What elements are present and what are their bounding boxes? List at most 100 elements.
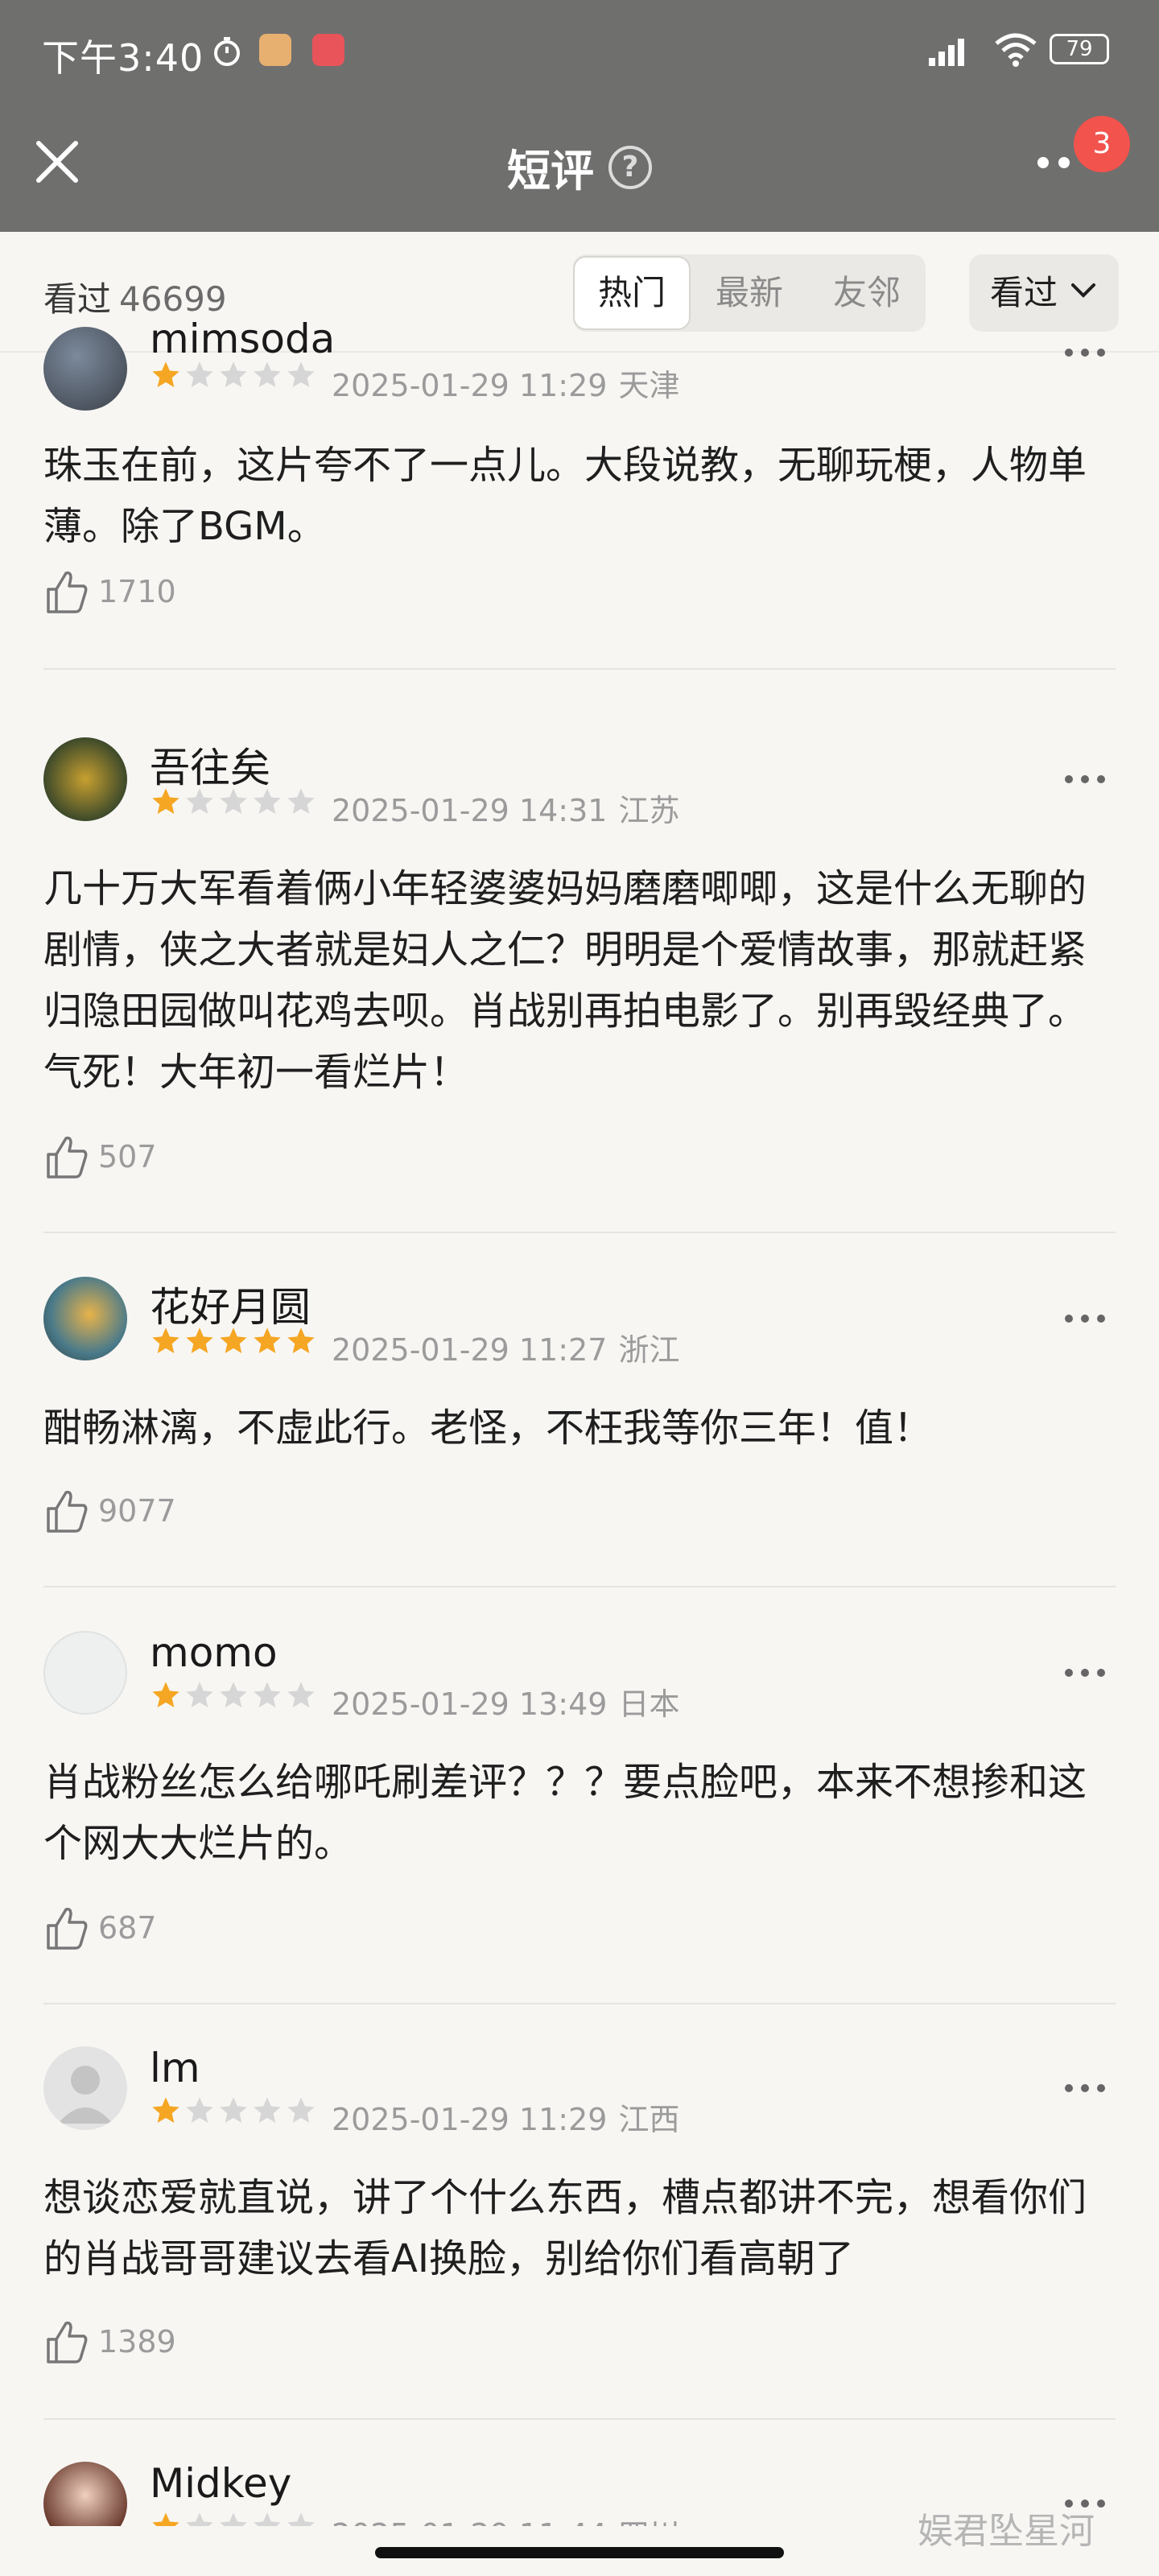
page-title: 短评 <box>507 146 594 196</box>
home-indicator[interactable] <box>375 2547 784 2558</box>
wifi-icon <box>995 33 1037 67</box>
battery-icon: 79 <box>1050 34 1109 64</box>
like-button[interactable]: 507 <box>43 1133 157 1180</box>
star-filled-icon <box>186 1327 213 1353</box>
tab-friends[interactable]: 友邻 <box>808 254 926 332</box>
avatar[interactable] <box>43 1277 127 1360</box>
watched-count-label: 看过 <box>43 279 112 319</box>
more-icon[interactable] <box>1062 346 1107 359</box>
comment-text: 想谈恋爱就直说，讲了个什么东西，槽点都讲不完，想看你们的肖战哥哥建议去看AI换脸… <box>43 2175 1087 2281</box>
comment-date: 2025-01-29 11:44 <box>332 2517 607 2526</box>
comment-username[interactable]: Midkey <box>150 2462 291 2507</box>
like-button[interactable]: 1710 <box>43 568 176 615</box>
star-empty-icon <box>254 2512 281 2526</box>
help-icon[interactable]: ? <box>608 145 652 189</box>
star-filled-icon <box>220 1327 247 1353</box>
star-empty-icon <box>186 788 213 814</box>
avatar[interactable] <box>43 1631 127 1715</box>
comment-location: 天津 <box>618 368 680 403</box>
tab-latest[interactable]: 最新 <box>691 254 808 332</box>
star-empty-icon <box>254 788 281 814</box>
like-button[interactable]: 9077 <box>43 1488 176 1534</box>
star-empty-icon <box>186 1682 213 1707</box>
like-button[interactable]: 1389 <box>43 2318 176 2365</box>
more-icon[interactable] <box>1062 1666 1107 1679</box>
star-empty-icon <box>186 361 213 387</box>
comment-location: 日本 <box>618 1686 680 1722</box>
star-empty-icon <box>254 2097 281 2123</box>
comment-meta: 2025-01-29 11:27 浙江 <box>332 1325 679 1369</box>
signal-icon <box>929 39 964 66</box>
rating-stars <box>150 786 317 818</box>
star-empty-icon <box>287 2097 315 2123</box>
rating-stars <box>150 2095 317 2127</box>
star-filled-icon <box>152 1682 179 1707</box>
avatar[interactable] <box>43 2462 127 2526</box>
dropdown-label: 看过 <box>990 273 1058 312</box>
comment-date: 2025-01-29 11:27 <box>332 1332 608 1368</box>
app-notification-icon <box>259 34 291 66</box>
star-empty-icon <box>220 2097 247 2123</box>
more-icon[interactable] <box>1062 773 1107 786</box>
like-count: 507 <box>98 1139 157 1174</box>
comment-username[interactable]: momo <box>150 1629 278 1676</box>
like-count: 9077 <box>98 1493 176 1529</box>
star-empty-icon <box>220 361 247 387</box>
rating-stars <box>150 2510 317 2526</box>
comment-username[interactable]: lm <box>150 2045 200 2091</box>
avatar[interactable] <box>43 737 127 821</box>
comment-item: mimsoda 2025-01-29 11:29 天津 珠玉在前，这片夸不了一点儿… <box>43 316 1116 670</box>
comment-meta: 2025-01-29 11:29 天津 <box>332 361 679 405</box>
comment-text: 酣畅淋漓，不虚此行。老怪，不枉我等你三年！值！ <box>43 1406 933 1451</box>
thumbs-up-icon <box>47 2321 88 2363</box>
star-empty-icon <box>186 2097 213 2123</box>
more-icon[interactable] <box>1062 2082 1107 2095</box>
page-header: 短评 ? <box>0 135 1159 199</box>
thumbs-up-icon <box>47 1490 88 1533</box>
star-filled-icon <box>254 1327 281 1353</box>
chevron-down-icon <box>1071 283 1095 298</box>
star-filled-icon <box>152 788 179 814</box>
timer-icon <box>214 37 240 66</box>
divider <box>43 2418 1116 2420</box>
rating-stars <box>150 359 317 391</box>
star-empty-icon <box>186 2512 213 2526</box>
comment-date: 2025-01-29 13:49 <box>332 1686 608 1722</box>
comment-location: 江西 <box>618 2102 680 2137</box>
comment-text: 肖战粉丝怎么给哪吒刷差评？？？要点脸吧，本来不想掺和这个网大大烂片的。 <box>43 1760 1087 1866</box>
avatar[interactable] <box>43 327 127 411</box>
star-empty-icon <box>287 361 315 387</box>
comment-location: 四川 <box>618 2517 679 2526</box>
watched-count: 看过 46699 <box>43 272 227 321</box>
thumbs-up-icon <box>47 1907 88 1950</box>
like-button[interactable]: 687 <box>43 1905 157 1951</box>
watched-count-value: 46699 <box>119 279 227 319</box>
avatar[interactable] <box>43 2046 127 2130</box>
notification-badge: 3 <box>1074 116 1130 172</box>
comment-meta: 2025-01-29 13:49 日本 <box>332 1679 679 1724</box>
star-filled-icon <box>152 2097 179 2123</box>
like-count: 1389 <box>98 2324 176 2359</box>
thumbs-up-icon <box>47 1136 88 1179</box>
star-empty-icon <box>287 2512 315 2526</box>
divider <box>43 2003 1116 2004</box>
sort-tabs: 热门 最新 友邻 <box>573 254 926 332</box>
star-filled-icon <box>152 1327 179 1353</box>
default-avatar-icon <box>58 2066 113 2124</box>
comment-location: 江苏 <box>618 793 680 828</box>
divider <box>43 1586 1116 1587</box>
star-empty-icon <box>220 2512 247 2526</box>
comment-text: 珠玉在前，这片夸不了一点儿。大段说教，无聊玩梗，人物单薄。除了BGM。 <box>43 443 1087 549</box>
divider <box>43 1232 1116 1233</box>
star-filled-icon <box>152 2512 179 2526</box>
rating-stars <box>150 1679 317 1711</box>
comment-text: 几十万大军看着俩小年轻婆婆妈妈磨磨唧唧，这是什么无聊的剧情，侠之大者就是妇人之仁… <box>43 866 1087 1095</box>
star-empty-icon <box>287 1682 315 1707</box>
status-bar: 下午3:40 79 <box>0 0 1159 105</box>
watched-filter-dropdown[interactable]: 看过 <box>969 254 1119 332</box>
tab-hot[interactable]: 热门 <box>573 256 691 330</box>
more-icon[interactable] <box>1062 1312 1107 1325</box>
comment-username[interactable]: mimsoda <box>150 316 335 362</box>
app-notification-icon <box>312 34 344 66</box>
like-count: 1710 <box>98 574 176 609</box>
